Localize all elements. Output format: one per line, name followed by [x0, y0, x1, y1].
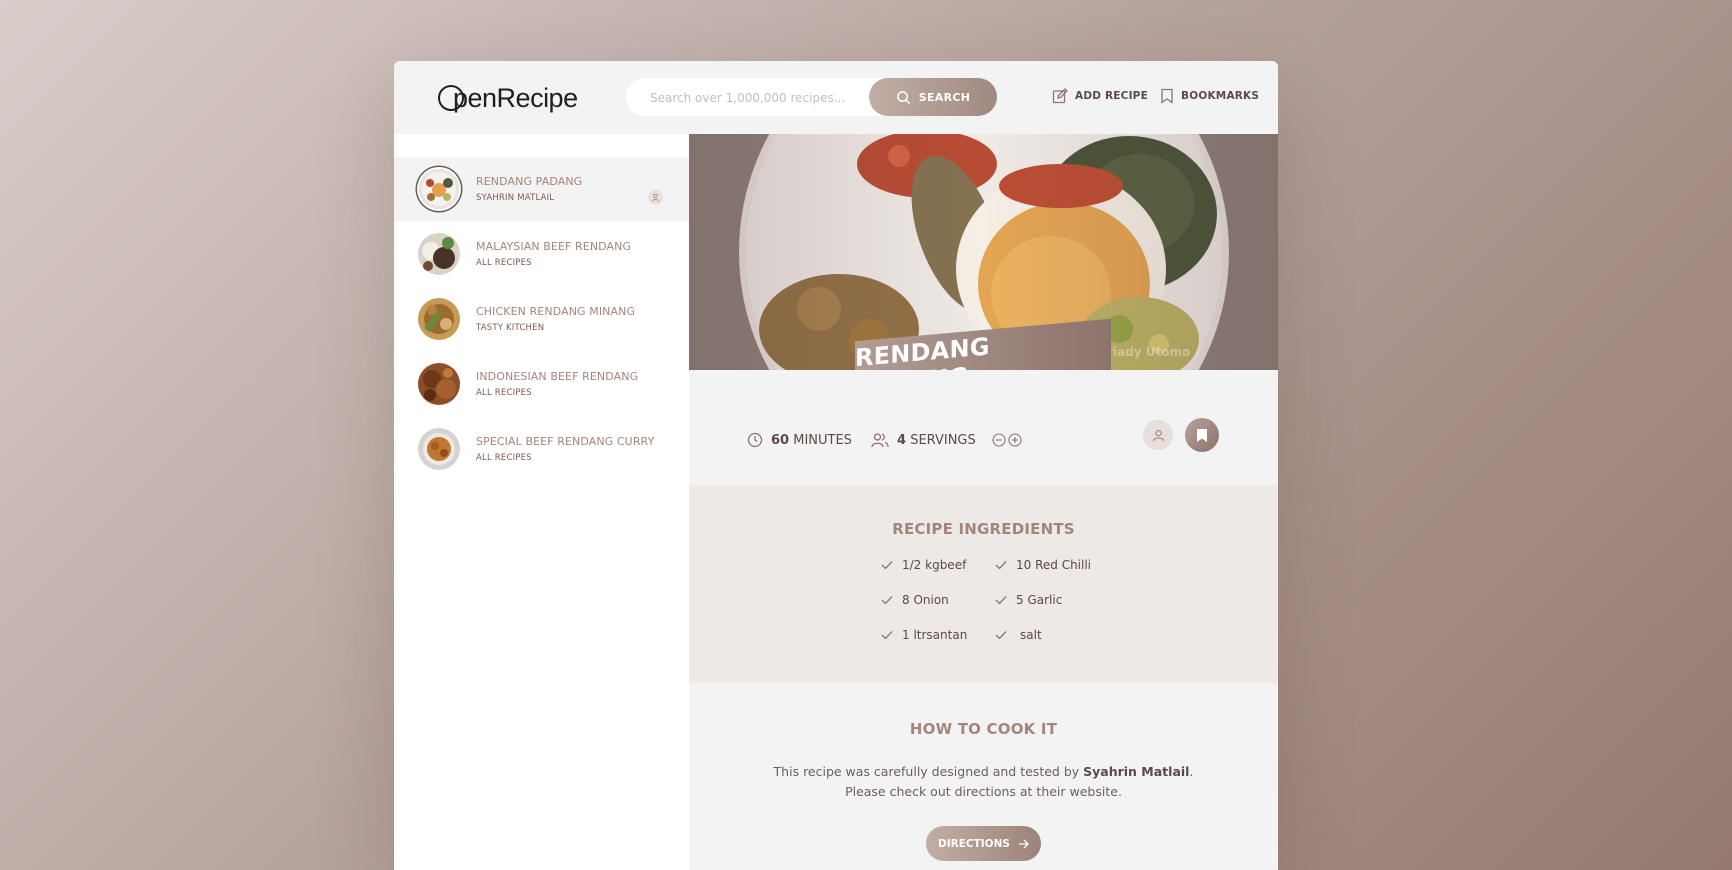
edit-icon	[1052, 88, 1068, 104]
header: penRecipe SEARCH ADD RECIPE BOOKMARKS	[394, 61, 1278, 134]
result-publisher: ALL RECIPES	[476, 453, 532, 463]
search-button[interactable]: SEARCH	[869, 78, 997, 116]
ingredient-item: 1 ltrsantan	[881, 628, 967, 642]
result-publisher: ALL RECIPES	[476, 388, 532, 398]
result-title: RENDANG PADANG	[476, 175, 583, 188]
bookmark-fill-icon	[1197, 428, 1207, 442]
user-generated-badge	[1143, 420, 1173, 450]
ingredient-item: salt	[995, 628, 1042, 642]
ingredient-item: 8 Onion	[881, 593, 949, 607]
howto-heading: HOW TO COOK IT	[909, 720, 1058, 738]
bookmark-button[interactable]	[1185, 418, 1219, 452]
bookmarks-button[interactable]: BOOKMARKS	[1160, 88, 1259, 104]
photo-credit: riady Utomo	[1107, 345, 1191, 359]
plus-circle-icon[interactable]	[1008, 433, 1022, 447]
search-results: RENDANG PADANG SYAHRIN MATLAIL MALAYSIAN…	[394, 134, 689, 870]
servings-value: 4	[897, 432, 907, 448]
check-icon	[881, 561, 893, 570]
howto-text: This recipe was carefully designed and t…	[773, 764, 1194, 799]
ingredient-item: 1/2 kgbeef	[881, 558, 966, 572]
cooking-time-value: 60	[771, 432, 790, 448]
result-title: CHICKEN RENDANG MINANG	[476, 305, 636, 318]
add-recipe-label: ADD RECIPE	[1075, 90, 1148, 102]
check-icon	[881, 596, 893, 605]
search-input[interactable]	[648, 78, 862, 118]
directions-button[interactable]: DIRECTIONS	[926, 826, 1041, 861]
logo[interactable]: penRecipe	[438, 80, 578, 116]
recipe-ingredients: RECIPE INGREDIENTS 1/2 kgbeef 10 Red Chi…	[689, 485, 1278, 683]
result-thumbnail	[418, 428, 460, 470]
check-icon	[881, 631, 893, 640]
clock-icon	[747, 432, 763, 448]
recipe-view: riady Utomo RENDANG PADANG 60 MINUTES 4 …	[689, 134, 1278, 870]
user-icon	[1152, 429, 1164, 441]
directions-label: DIRECTIONS	[938, 837, 1010, 850]
bookmarks-label: BOOKMARKS	[1181, 90, 1260, 102]
result-item[interactable]: SPECIAL BEEF RENDANG CURRY ALL RECIPES	[394, 417, 689, 481]
result-thumbnail	[419, 169, 459, 209]
bookmark-icon	[1161, 88, 1173, 104]
result-publisher: SYAHRIN MATLAIL	[476, 193, 555, 203]
result-item[interactable]: CHICKEN RENDANG MINANG TASTY KITCHEN	[394, 287, 689, 351]
recipe-publisher-name: Syahrin Matlail	[1083, 764, 1190, 779]
result-publisher: TASTY KITCHEN	[476, 323, 545, 333]
cooking-time-unit: MINUTES	[793, 432, 852, 448]
add-recipe-button[interactable]: ADD RECIPE	[1052, 88, 1148, 104]
cooking-time: 60 MINUTES	[747, 432, 852, 448]
servings-unit: SERVINGS	[910, 432, 976, 448]
search-button-label: SEARCH	[918, 90, 971, 104]
ingredient-item: 5 Garlic	[995, 593, 1062, 607]
result-publisher: ALL RECIPES	[476, 258, 532, 268]
search-icon	[896, 90, 910, 104]
check-icon	[995, 631, 1007, 640]
check-icon	[995, 561, 1007, 570]
search-form: SEARCH	[626, 78, 997, 118]
recipe-directions: HOW TO COOK IT This recipe was carefully…	[689, 683, 1278, 870]
result-item[interactable]: MALAYSIAN BEEF RENDANG ALL RECIPES	[394, 222, 689, 286]
servings: 4 SERVINGS	[871, 432, 1022, 448]
users-icon	[871, 433, 889, 448]
result-title: INDONESIAN BEEF RENDANG	[476, 370, 639, 383]
user-generated-icon	[648, 190, 663, 205]
minus-circle-icon[interactable]	[992, 433, 1006, 447]
result-title: MALAYSIAN BEEF RENDANG	[476, 240, 632, 253]
check-icon	[995, 596, 1007, 605]
result-item[interactable]: INDONESIAN BEEF RENDANG ALL RECIPES	[394, 352, 689, 416]
app-container: penRecipe SEARCH ADD RECIPE BOOKMARKS RE…	[394, 61, 1278, 870]
result-thumbnail	[418, 363, 460, 405]
result-thumbnail	[418, 233, 460, 275]
result-title: SPECIAL BEEF RENDANG CURRY	[476, 435, 655, 448]
result-thumbnail	[418, 298, 460, 340]
ingredients-heading: RECIPE INGREDIENTS	[892, 520, 1075, 538]
logo-text: penRecipe	[453, 82, 578, 113]
ingredient-item: 10 Red Chilli	[995, 558, 1091, 572]
recipe-details: 60 MINUTES 4 SERVINGS	[689, 370, 1278, 485]
arrow-right-icon	[1018, 839, 1029, 848]
result-item[interactable]: RENDANG PADANG SYAHRIN MATLAIL	[394, 157, 689, 221]
servings-stepper	[992, 433, 1022, 447]
